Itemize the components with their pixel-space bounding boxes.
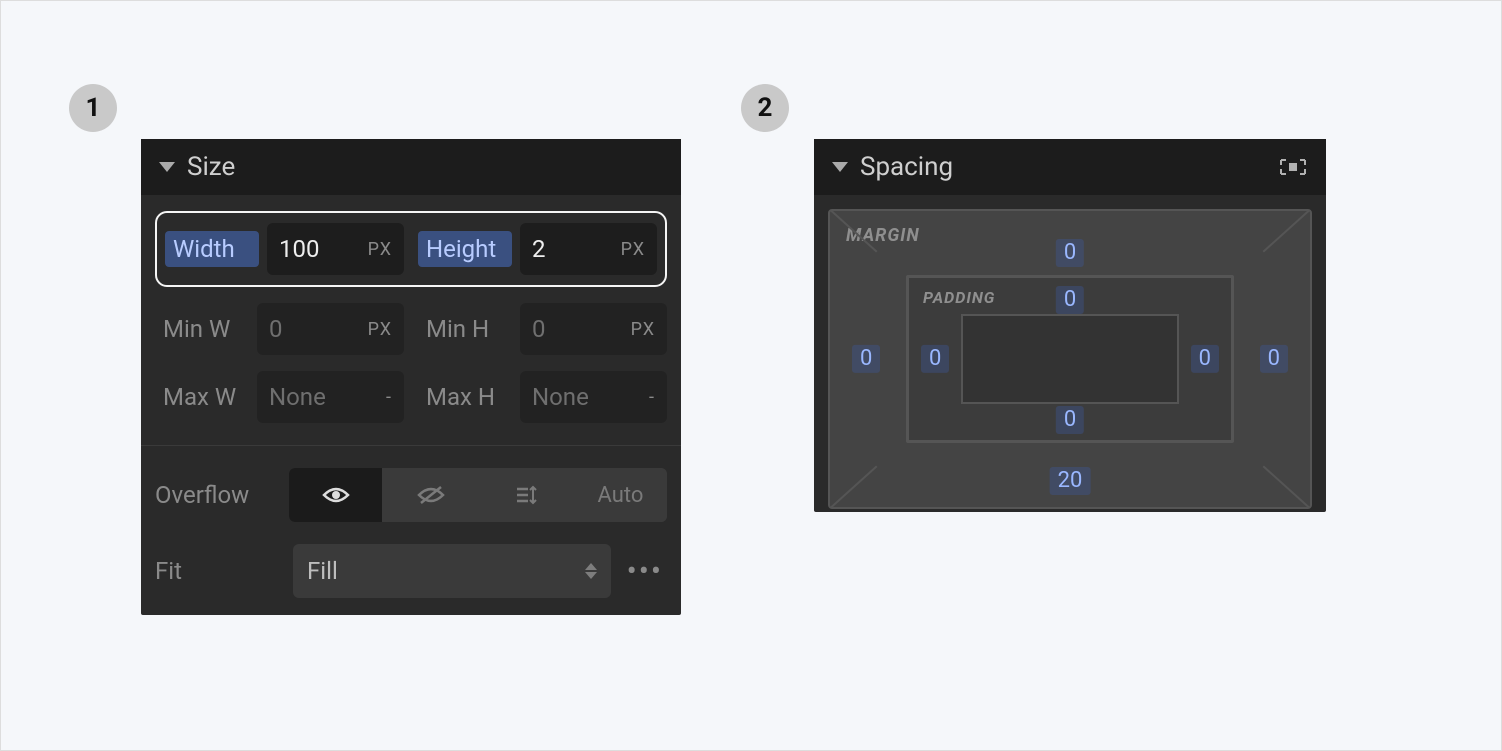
fit-select[interactable]: Fill [293, 544, 611, 598]
margin-left-input[interactable]: 0 [852, 345, 880, 373]
fit-more-button[interactable]: ••• [623, 554, 667, 589]
margin-right-input[interactable]: 0 [1260, 345, 1288, 373]
fit-label: Fit [155, 557, 281, 585]
height-unit[interactable]: PX [621, 239, 645, 260]
max-w-label: Max W [155, 379, 249, 415]
min-w-value[interactable]: 0 [269, 315, 325, 343]
margin-top-input[interactable]: 0 [1056, 239, 1084, 267]
overflow-hidden-button[interactable] [384, 468, 477, 522]
fit-value: Fill [307, 557, 338, 585]
min-h-input[interactable]: 0 PX [520, 303, 667, 355]
overflow-segmented: Auto [289, 468, 667, 522]
spacing-preset-button[interactable] [1278, 157, 1308, 177]
spacing-panel: Spacing MARGIN 0 0 20 0 PADDING 0 0 0 [814, 139, 1326, 512]
max-w-unit[interactable]: - [386, 387, 392, 408]
content-box [961, 314, 1179, 404]
max-h-label: Max H [418, 379, 512, 415]
select-chevrons-icon [585, 563, 597, 579]
overflow-auto-button[interactable]: Auto [574, 468, 667, 522]
min-w-unit[interactable]: PX [368, 319, 392, 340]
max-h-unit[interactable]: - [649, 387, 655, 408]
min-h-value[interactable]: 0 [532, 315, 588, 343]
padding-bottom-input[interactable]: 0 [1056, 406, 1084, 434]
diag-line [1263, 466, 1310, 509]
collapse-arrow-icon[interactable] [832, 162, 848, 172]
padding-label: PADDING [923, 288, 995, 307]
padding-box: PADDING 0 0 0 0 [906, 275, 1234, 443]
max-h-value[interactable]: None [532, 383, 588, 411]
step-badge-2: 2 [741, 84, 789, 132]
max-h-input[interactable]: None - [520, 371, 667, 423]
size-panel-header[interactable]: Size [141, 139, 681, 195]
min-w-label: Min W [155, 311, 249, 347]
min-h-unit[interactable]: PX [631, 319, 655, 340]
max-w-value[interactable]: None [269, 383, 325, 411]
width-label[interactable]: Width [165, 231, 259, 267]
height-value[interactable]: 2 [532, 235, 588, 263]
eye-off-icon [417, 485, 445, 505]
width-input[interactable]: 100 PX [267, 223, 404, 275]
padding-right-input[interactable]: 0 [1191, 345, 1219, 373]
scroll-icon [514, 484, 538, 506]
min-h-label: Min H [418, 311, 512, 347]
size-panel-title: Size [187, 152, 235, 182]
spacing-preset-icon [1278, 157, 1308, 177]
diag-line [1263, 210, 1310, 253]
margin-box: MARGIN 0 0 20 0 PADDING 0 0 0 0 [828, 209, 1312, 509]
spacing-panel-title: Spacing [860, 152, 953, 182]
eye-icon [322, 485, 350, 505]
collapse-arrow-icon[interactable] [159, 162, 175, 172]
width-unit[interactable]: PX [368, 239, 392, 260]
divider [141, 445, 681, 446]
padding-top-input[interactable]: 0 [1056, 286, 1084, 314]
overflow-label: Overflow [155, 481, 281, 509]
width-height-row: Width 100 PX Height 2 PX [155, 211, 667, 287]
overflow-auto-text: Auto [598, 483, 644, 508]
height-label[interactable]: Height [418, 231, 512, 267]
spacing-panel-header[interactable]: Spacing [814, 139, 1326, 195]
margin-bottom-input[interactable]: 20 [1050, 467, 1091, 495]
overflow-scroll-button[interactable] [479, 468, 572, 522]
padding-left-input[interactable]: 0 [921, 345, 949, 373]
width-value[interactable]: 100 [279, 235, 335, 263]
min-w-input[interactable]: 0 PX [257, 303, 404, 355]
max-w-input[interactable]: None - [257, 371, 404, 423]
diag-line [830, 466, 877, 509]
step-badge-1: 1 [69, 84, 117, 132]
height-input[interactable]: 2 PX [520, 223, 657, 275]
overflow-visible-button[interactable] [289, 468, 382, 522]
size-panel: Size Width 100 PX Height 2 PX Min W [141, 139, 681, 615]
